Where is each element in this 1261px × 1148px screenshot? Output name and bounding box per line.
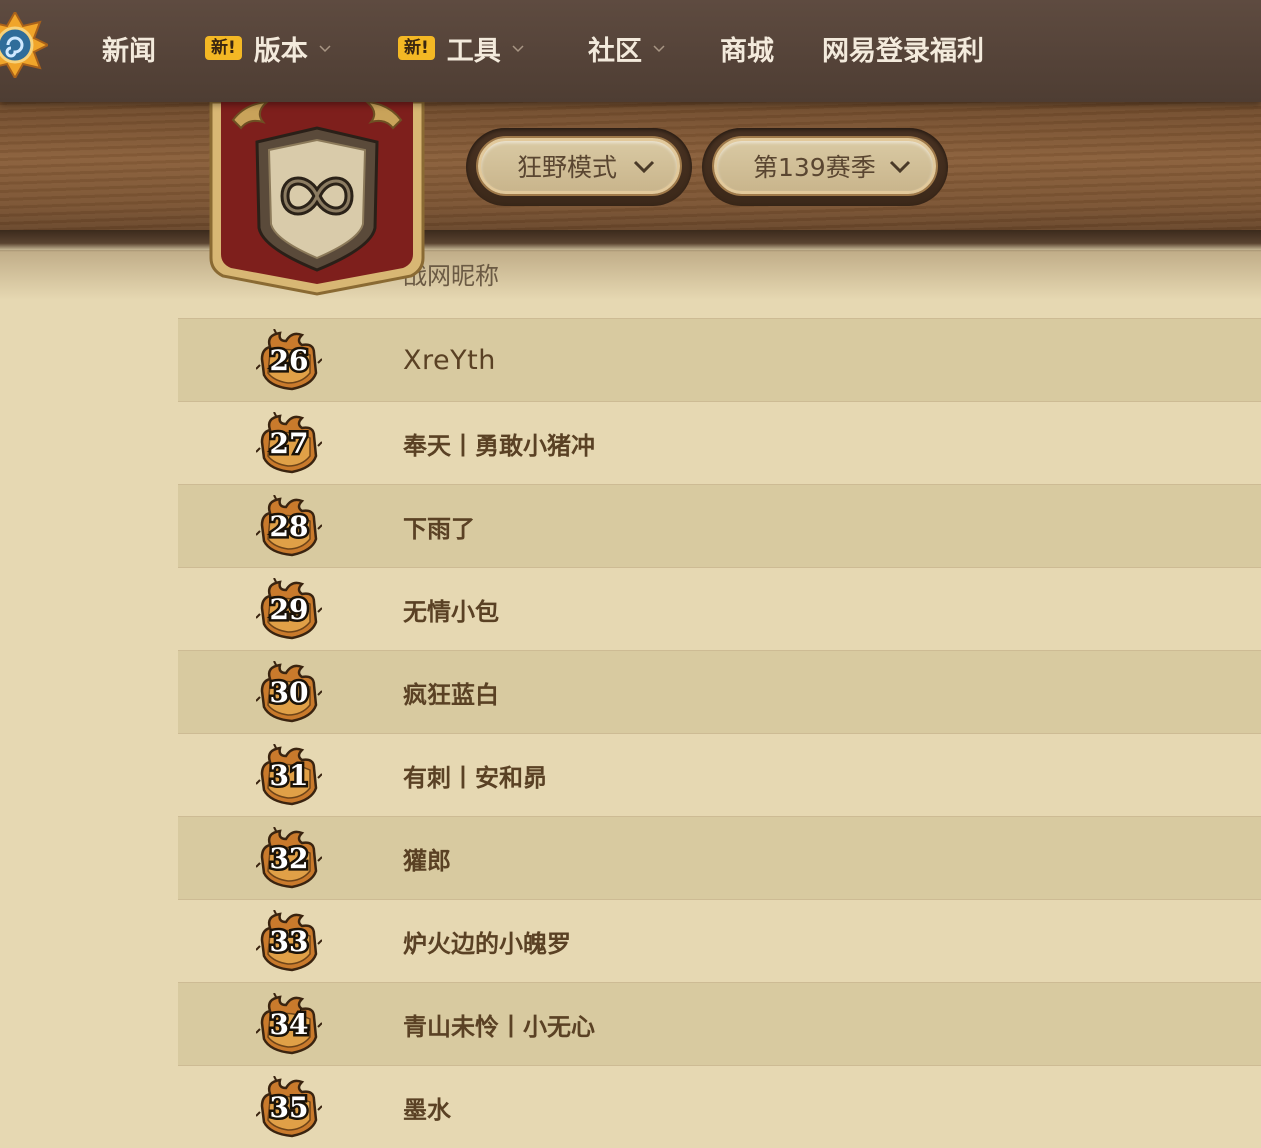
player-name: 獾郎 xyxy=(403,846,451,875)
top-navigation: 新闻 新! 版本 新! 工具 社区 商城 网易登录福利 xyxy=(0,0,1261,102)
nav-version[interactable]: 新! 版本 xyxy=(205,30,332,67)
rank-badge-icon: 35 xyxy=(255,1075,323,1138)
rank-badge-icon: 26 xyxy=(255,328,323,391)
mode-dropdown[interactable]: 狂野模式 xyxy=(478,138,680,194)
rank-number: 30 xyxy=(270,676,309,709)
chevron-down-icon xyxy=(889,160,911,174)
wood-banner-edge xyxy=(0,230,1261,252)
nav-netease-login-benefits[interactable]: 网易登录福利 xyxy=(822,30,984,67)
table-row: 32 獾郎 xyxy=(178,816,1261,899)
table-row: 34 青山未怜丨小无心 xyxy=(178,982,1261,1065)
rank-badge-icon: 27 xyxy=(255,411,323,474)
table-row: 35 墨水 xyxy=(178,1065,1261,1148)
nav-community-label: 社区 xyxy=(588,35,642,67)
rank-badge-icon: 33 xyxy=(255,909,323,972)
table-row: 26 XreYth xyxy=(178,318,1261,401)
rank-number: 27 xyxy=(270,427,309,460)
nav-news[interactable]: 新闻 xyxy=(102,30,156,67)
chevron-down-icon xyxy=(633,160,655,174)
table-row: 30 疯狂蓝白 xyxy=(178,650,1261,733)
new-badge: 新! xyxy=(398,36,435,60)
rank-number: 33 xyxy=(270,925,309,958)
chevron-down-icon xyxy=(319,45,331,53)
player-name: XreYth xyxy=(403,344,496,376)
nav-tools[interactable]: 新! 工具 xyxy=(398,30,525,67)
season-dropdown-frame: 第139赛季 xyxy=(702,128,948,206)
rank-badge-icon: 32 xyxy=(255,826,323,889)
table-row: 29 无情小包 xyxy=(178,567,1261,650)
nav-shop-label: 商城 xyxy=(720,35,774,67)
rank-badge-icon: 29 xyxy=(255,577,323,640)
nav-shop[interactable]: 商城 xyxy=(720,30,774,67)
table-row: 31 有刺丨安和昴 xyxy=(178,733,1261,816)
chevron-down-icon xyxy=(653,45,665,53)
rank-number: 26 xyxy=(270,344,309,377)
rank-number: 29 xyxy=(270,593,309,626)
player-name: 炉火边的小魄罗 xyxy=(403,929,571,958)
player-name: 无情小包 xyxy=(403,597,499,626)
nav-tools-label: 工具 xyxy=(446,35,501,67)
rank-number: 31 xyxy=(270,759,309,792)
player-name: 疯狂蓝白 xyxy=(403,680,499,709)
nav-netease-label: 网易登录福利 xyxy=(822,35,984,67)
player-name: 青山未怜丨小无心 xyxy=(403,1012,595,1041)
rank-badge-icon: 31 xyxy=(255,743,323,806)
nav-news-label: 新闻 xyxy=(102,35,156,67)
player-name: 下雨了 xyxy=(403,514,475,543)
rank-badge-icon: 34 xyxy=(255,992,323,1055)
season-dropdown[interactable]: 第139赛季 xyxy=(714,138,936,194)
wild-mode-infinity-icon xyxy=(205,98,429,298)
nav-version-label: 版本 xyxy=(253,35,308,67)
chevron-down-icon xyxy=(512,45,524,53)
player-name: 有刺丨安和昴 xyxy=(403,763,547,792)
player-name: 奉天丨勇敢小猪冲 xyxy=(403,431,595,460)
rank-number: 35 xyxy=(270,1091,309,1124)
wood-banner-shadow xyxy=(0,250,1261,300)
player-name: 墨水 xyxy=(403,1095,451,1124)
season-dropdown-label: 第139赛季 xyxy=(753,153,876,182)
nav-community[interactable]: 社区 xyxy=(588,30,666,67)
leaderboard-table: 26 XreYth 27 奉天丨勇敢小猪冲 28 下雨了 29 无情小包 30 … xyxy=(178,318,1261,1148)
table-row: 28 下雨了 xyxy=(178,484,1261,567)
rank-number: 28 xyxy=(270,510,309,543)
rank-badge-icon: 28 xyxy=(255,494,323,557)
table-row: 33 炉火边的小魄罗 xyxy=(178,899,1261,982)
new-badge: 新! xyxy=(205,36,242,60)
mode-dropdown-frame: 狂野模式 xyxy=(466,128,692,206)
table-row: 27 奉天丨勇敢小猪冲 xyxy=(178,401,1261,484)
rank-number: 32 xyxy=(270,842,309,875)
mode-dropdown-label: 狂野模式 xyxy=(517,153,618,182)
rank-badge-icon: 30 xyxy=(255,660,323,723)
hearthstone-logo-icon[interactable] xyxy=(0,9,51,81)
rank-number: 34 xyxy=(270,1008,309,1041)
